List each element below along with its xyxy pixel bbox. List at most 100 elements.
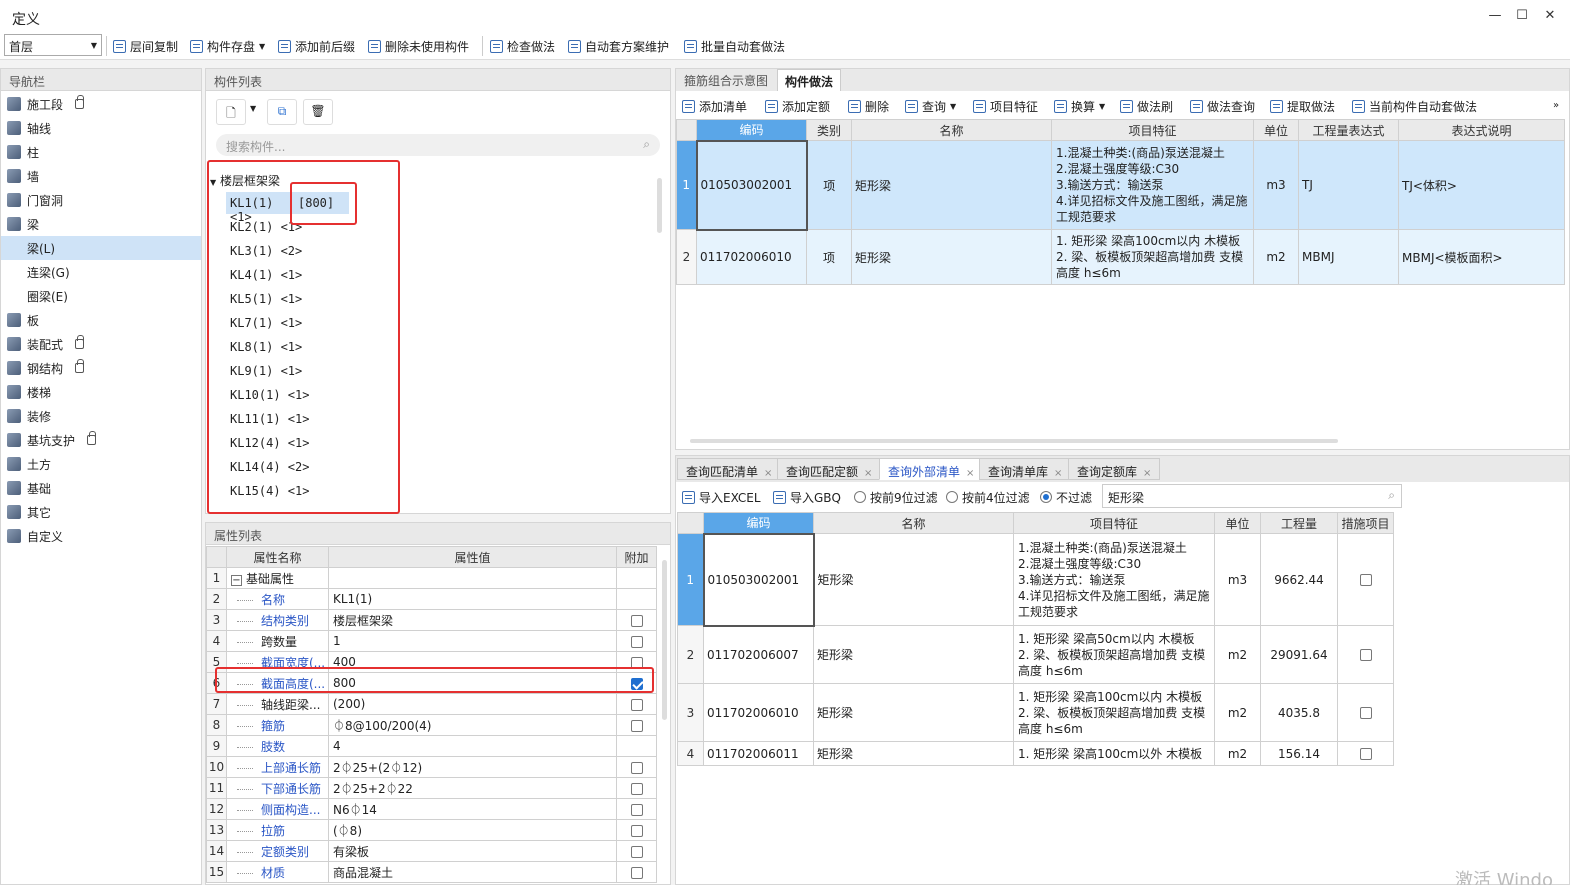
property-row[interactable]: 11 下部通长筋 2⏀25+2⏀22 — [206, 777, 657, 799]
cell-expression-desc[interactable]: TJ<体积> — [1398, 140, 1565, 230]
property-row[interactable]: 10 上部通长筋 2⏀25+(2⏀12) — [206, 756, 657, 778]
import-excel-button[interactable]: 导入EXCEL — [682, 488, 761, 506]
method-button[interactable]: 添加定额 — [765, 97, 830, 115]
nav-item[interactable]: 门窗洞 — [1, 188, 201, 212]
attach-checkbox[interactable] — [630, 698, 643, 711]
cell-category[interactable]: 项 — [806, 140, 852, 230]
nav-item[interactable]: 其它 — [1, 500, 201, 524]
attach-checkbox[interactable] — [630, 824, 643, 837]
nav-item[interactable]: 板 — [1, 308, 201, 332]
query-tab[interactable]: 查询匹配清单 × — [677, 458, 782, 480]
close-icon[interactable]: × — [864, 468, 872, 479]
table-row[interactable]: 3 011702006010 矩形梁 1. 矩形梁 梁高100cm以内 木模板 2. … — [677, 683, 1394, 742]
property-row[interactable]: 13 拉筋 (⏀8) — [206, 819, 657, 841]
cell-quantity[interactable]: 156.14 — [1260, 741, 1338, 766]
maximize-icon[interactable]: ☐ — [1512, 8, 1532, 24]
method-button[interactable]: 当前构件自动套做法 — [1352, 97, 1477, 115]
attach-checkbox[interactable] — [630, 866, 643, 879]
query-tab[interactable]: 查询外部清单 × — [879, 458, 984, 480]
cell-category[interactable]: 项 — [806, 229, 852, 285]
toolbar-button[interactable]: 添加前后缀 — [278, 37, 355, 55]
cell-feature[interactable]: 1.混凝土种类:(商品)泵送混凝土 2.混凝土强度等级:C30 3.输送方式：输… — [1013, 533, 1215, 626]
method-button[interactable]: 做法查询 — [1190, 97, 1255, 115]
close-icon[interactable]: × — [764, 468, 772, 479]
floor-select[interactable]: 首层 ▼ — [4, 34, 102, 56]
cell-unit[interactable]: m3 — [1214, 533, 1261, 626]
close-icon[interactable]: × — [966, 468, 974, 479]
property-value[interactable]: (200) — [328, 693, 617, 715]
property-row[interactable]: 9 肢数 4 — [206, 735, 657, 757]
property-row[interactable]: 8 箍筋 ⏀8@100/200(4) — [206, 714, 657, 736]
property-value[interactable]: ⏀8@100/200(4) — [328, 714, 617, 736]
toolbar-button[interactable]: 检查做法 — [490, 37, 555, 55]
cell-code[interactable]: 011702006010 — [696, 229, 807, 285]
cell-code[interactable]: 010503002001 — [702, 532, 815, 627]
table-row[interactable]: 1 010503002001 矩形梁 1.混凝土种类:(商品)泵送混凝土 2.混凝土强… — [677, 532, 1394, 627]
cell-expression-desc[interactable]: MBMJ<模板面积> — [1398, 229, 1565, 285]
cell-feature[interactable]: 1. 矩形梁 梁高50cm以内 木模板 2. 梁、板模板顶架超高增加费 支模高度… — [1013, 625, 1215, 684]
property-row[interactable]: 4 跨数量 1 — [206, 630, 657, 652]
chevron-down-icon[interactable]: ▼ — [250, 104, 256, 113]
property-row[interactable]: 2 名称 KL1(1) — [206, 588, 657, 610]
attach-checkbox[interactable] — [630, 719, 643, 732]
measure-checkbox[interactable] — [1359, 707, 1372, 719]
close-icon[interactable]: × — [1143, 468, 1151, 479]
attach-checkbox[interactable] — [630, 635, 643, 648]
property-row[interactable]: 7 轴线距梁... (200) — [206, 693, 657, 715]
nav-item[interactable]: 梁(L) — [1, 236, 201, 260]
toolbar-button[interactable]: 批量自动套做法 — [684, 37, 785, 55]
collapse-icon[interactable]: − — [231, 574, 242, 586]
property-value[interactable]: 有梁板 — [328, 840, 617, 862]
attach-checkbox[interactable] — [630, 803, 643, 816]
property-value[interactable]: 商品混凝土 — [328, 861, 617, 883]
query-tab[interactable]: 查询清单库 × — [979, 458, 1072, 480]
method-button[interactable]: 项目特征 — [973, 97, 1038, 115]
nav-item[interactable]: 柱 — [1, 140, 201, 164]
property-value[interactable]: (⏀8) — [328, 819, 617, 841]
nav-item[interactable]: 土方 — [1, 452, 201, 476]
method-button[interactable]: 添加清单 — [682, 97, 747, 115]
method-button[interactable]: 提取做法 — [1270, 97, 1335, 115]
nav-item[interactable]: 基坑支护 — [1, 428, 201, 452]
cell-feature[interactable]: 1.混凝土种类:(商品)泵送混凝土 2.混凝土强度等级:C30 3.输送方式：输… — [1051, 140, 1254, 230]
nav-item[interactable]: 墙 — [1, 164, 201, 188]
query-search-input[interactable]: 矩形梁 ⌕ — [1102, 484, 1402, 508]
cell-name[interactable]: 矩形梁 — [851, 140, 1052, 230]
more-icon[interactable]: » — [1553, 100, 1559, 111]
filter-radio[interactable]: 按前9位过滤 — [854, 488, 938, 506]
cell-unit[interactable]: m2 — [1214, 625, 1261, 684]
nav-item[interactable]: 梁 — [1, 212, 201, 236]
cell-unit[interactable]: m3 — [1253, 140, 1299, 230]
nav-item[interactable]: 装配式 — [1, 332, 201, 356]
import-gbq-button[interactable]: 导入GBQ — [773, 488, 841, 506]
cell-unit[interactable]: m2 — [1253, 229, 1299, 285]
toolbar-button[interactable]: 构件存盘 ▼ — [190, 37, 265, 55]
cell-quantity[interactable]: 4035.8 — [1260, 683, 1338, 742]
cell-expression[interactable]: TJ — [1298, 140, 1399, 230]
toolbar-button[interactable]: 层间复制 — [113, 37, 178, 55]
property-value[interactable]: 1 — [328, 630, 617, 652]
property-row[interactable]: 14 定额类别 有梁板 — [206, 840, 657, 862]
cell-quantity[interactable]: 9662.44 — [1260, 533, 1338, 626]
cell-code[interactable]: 011702006007 — [703, 625, 814, 684]
property-row[interactable]: 12 侧面构造... N6⏀14 — [206, 798, 657, 820]
cell-name[interactable]: 矩形梁 — [851, 229, 1052, 285]
property-row[interactable]: 1− 基础属性 — [206, 567, 657, 589]
new-component-icon[interactable]: 🗋 — [216, 99, 246, 125]
cell-code[interactable]: 010503002001 — [695, 139, 808, 231]
method-button[interactable]: 换算 ▼ — [1054, 97, 1105, 115]
cell-code[interactable]: 011702006010 — [703, 683, 814, 742]
property-value[interactable]: 2⏀25+(2⏀12) — [328, 756, 617, 778]
method-button[interactable]: 做法刷 — [1120, 97, 1173, 115]
method-button[interactable]: 删除 — [848, 97, 889, 115]
cell-name[interactable]: 矩形梁 — [813, 683, 1014, 742]
nav-item[interactable]: 自定义 — [1, 524, 201, 548]
cell-code[interactable]: 011702006011 — [703, 741, 814, 766]
close-icon[interactable]: ✕ — [1540, 8, 1560, 24]
property-value[interactable]: KL1(1) — [328, 588, 617, 610]
scrollbar[interactable] — [657, 178, 662, 233]
table-row[interactable]: 2 011702006007 矩形梁 1. 矩形梁 梁高50cm以内 木模板 2. 梁… — [677, 625, 1394, 684]
measure-checkbox[interactable] — [1359, 574, 1372, 586]
query-tab[interactable]: 查询匹配定额 × — [777, 458, 882, 480]
cell-unit[interactable]: m2 — [1214, 741, 1261, 766]
